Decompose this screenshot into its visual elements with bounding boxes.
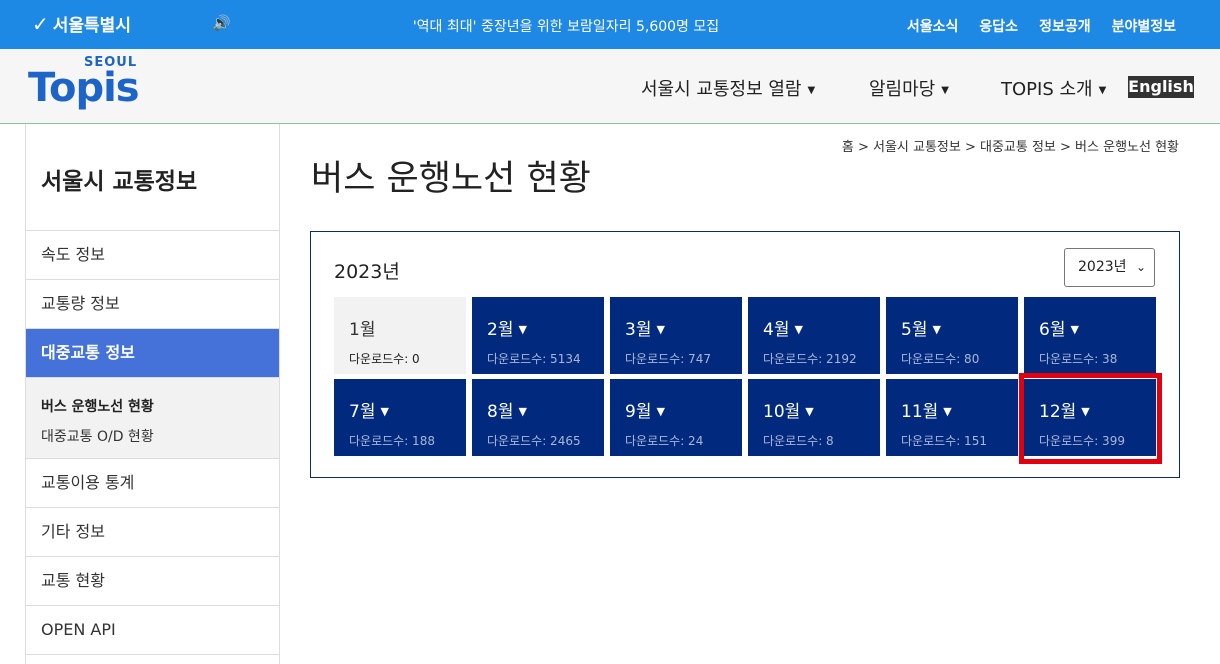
top-bar: ✓ 서울특별시 🔊 '역대 최대' 중장년을 위한 보람일자리 5,600명 모…	[0, 0, 1220, 49]
caret-down-icon: ▼	[1081, 405, 1090, 418]
caret-down-icon: ▼	[380, 405, 389, 418]
top-link-response[interactable]: 응답소	[979, 16, 1018, 36]
english-button[interactable]: English	[1128, 76, 1194, 98]
chevron-down-icon: ⌄	[1135, 260, 1146, 274]
month-label: 4월	[763, 320, 790, 340]
download-count: 다운로드수: 2192	[763, 352, 857, 366]
sidebar: 서울시 교통정보 속도 정보 교통량 정보 대중교통 정보 버스 운행노선 현황…	[25, 124, 280, 664]
top-link-disclosure[interactable]: 정보공개	[1039, 16, 1091, 36]
caret-down-icon: ▼	[794, 323, 803, 336]
month-tile-7[interactable]: 7월 ▼ 다운로드수: 188	[334, 379, 466, 456]
sidebar-item-other[interactable]: 기타 정보	[26, 508, 279, 557]
panel-year-label: 2023년	[334, 261, 400, 283]
month-label: 8월	[487, 402, 514, 422]
logo-topis-text: Topis	[28, 65, 140, 111]
month-label: 7월	[349, 402, 376, 422]
download-count: 다운로드수: 188	[349, 434, 435, 448]
year-select[interactable]: 2023년 ⌄	[1064, 248, 1155, 287]
submenu-od-status[interactable]: 대중교통 O/D 현황	[41, 422, 279, 452]
submenu-bus-routes[interactable]: 버스 운행노선 현황	[41, 392, 279, 422]
sidebar-item-speed[interactable]: 속도 정보	[26, 231, 279, 280]
download-count: 다운로드수: 80	[901, 352, 980, 366]
month-label: 11월	[901, 402, 939, 422]
year-select-value: 2023년	[1078, 259, 1127, 275]
download-count: 다운로드수: 151	[901, 434, 987, 448]
month-tile-8[interactable]: 8월 ▼ 다운로드수: 2465	[472, 379, 604, 456]
month-label: 12월	[1039, 402, 1077, 422]
chevron-down-icon: ▼	[1098, 84, 1107, 96]
download-count: 다운로드수: 0	[349, 352, 420, 366]
download-count: 다운로드수: 8	[763, 434, 834, 448]
sidebar-item-public-transit[interactable]: 대중교통 정보	[26, 329, 279, 378]
month-tile-6[interactable]: 6월 ▼ 다운로드수: 38	[1024, 297, 1156, 374]
download-count: 다운로드수: 747	[625, 352, 711, 366]
breadcrumb: 홈 > 서울시 교통정보 > 대중교통 정보 > 버스 운행노선 현황	[841, 140, 1179, 155]
chevron-down-icon: ▼	[807, 84, 816, 96]
site-header: SEOUL Topis 서울시 교통정보 열람 ▼ 알림마당 ▼ TOPIS 소개 ▼…	[0, 49, 1220, 124]
month-label: 1월	[349, 320, 376, 340]
download-count: 다운로드수: 399	[1039, 434, 1125, 448]
download-count: 다운로드수: 5134	[487, 352, 581, 366]
caret-down-icon: ▼	[656, 323, 665, 336]
month-panel: 2023년 2023년 ⌄ 1월 다운로드수: 0 2월 ▼ 다운로드수: 513…	[310, 231, 1180, 478]
month-tile-10[interactable]: 10월 ▼ 다운로드수: 8	[748, 379, 880, 456]
month-label: 6월	[1039, 320, 1066, 340]
nav-about-topis[interactable]: TOPIS 소개 ▼	[1001, 75, 1106, 101]
month-label: 10월	[763, 402, 801, 422]
top-link-fields[interactable]: 분야별정보	[1112, 16, 1176, 36]
sidebar-item-usage-stats[interactable]: 교통이용 통계	[26, 459, 279, 508]
sidebar-submenu: 버스 운행노선 현황 대중교통 O/D 현황	[26, 378, 279, 459]
month-label: 9월	[625, 402, 652, 422]
page-title: 버스 운행노선 현황	[311, 159, 591, 199]
download-count: 다운로드수: 2465	[487, 434, 581, 448]
month-tile-9[interactable]: 9월 ▼ 다운로드수: 24	[610, 379, 742, 456]
sidebar-item-traffic-status[interactable]: 교통 현황	[26, 557, 279, 606]
topis-logo[interactable]: SEOUL Topis	[28, 55, 150, 117]
caret-down-icon: ▼	[518, 405, 527, 418]
month-label: 5월	[901, 320, 928, 340]
caret-down-icon: ▼	[932, 323, 941, 336]
nav-traffic-info[interactable]: 서울시 교통정보 열람 ▼	[641, 75, 815, 101]
caret-down-icon: ▼	[805, 405, 814, 418]
caret-down-icon: ▼	[518, 323, 527, 336]
download-count: 다운로드수: 38	[1039, 352, 1118, 366]
month-tile-11[interactable]: 11월 ▼ 다운로드수: 151	[886, 379, 1018, 456]
month-tile-1: 1월 다운로드수: 0	[334, 297, 466, 374]
top-link-news[interactable]: 서울소식	[907, 16, 959, 36]
top-nav: 서울소식 응답소 정보공개 분야별정보	[907, 16, 1176, 36]
month-tile-2[interactable]: 2월 ▼ 다운로드수: 5134	[472, 297, 604, 374]
month-tile-4[interactable]: 4월 ▼ 다운로드수: 2192	[748, 297, 880, 374]
download-count: 다운로드수: 24	[625, 434, 704, 448]
chevron-down-icon: ▼	[941, 84, 949, 96]
sidebar-item-open-api[interactable]: OPEN API	[26, 606, 279, 655]
caret-down-icon: ▼	[1070, 323, 1079, 336]
month-label: 3월	[625, 320, 652, 340]
sidebar-item-volume[interactable]: 교통량 정보	[26, 280, 279, 329]
month-label: 2월	[487, 320, 514, 340]
nav-notice[interactable]: 알림마당 ▼	[869, 75, 949, 101]
caret-down-icon: ▼	[943, 405, 952, 418]
caret-down-icon: ▼	[656, 405, 665, 418]
month-tile-12[interactable]: 12월 ▼ 다운로드수: 399	[1024, 379, 1156, 456]
month-tile-3[interactable]: 3월 ▼ 다운로드수: 747	[610, 297, 742, 374]
sidebar-title: 서울시 교통정보	[26, 124, 279, 231]
month-tile-5[interactable]: 5월 ▼ 다운로드수: 80	[886, 297, 1018, 374]
